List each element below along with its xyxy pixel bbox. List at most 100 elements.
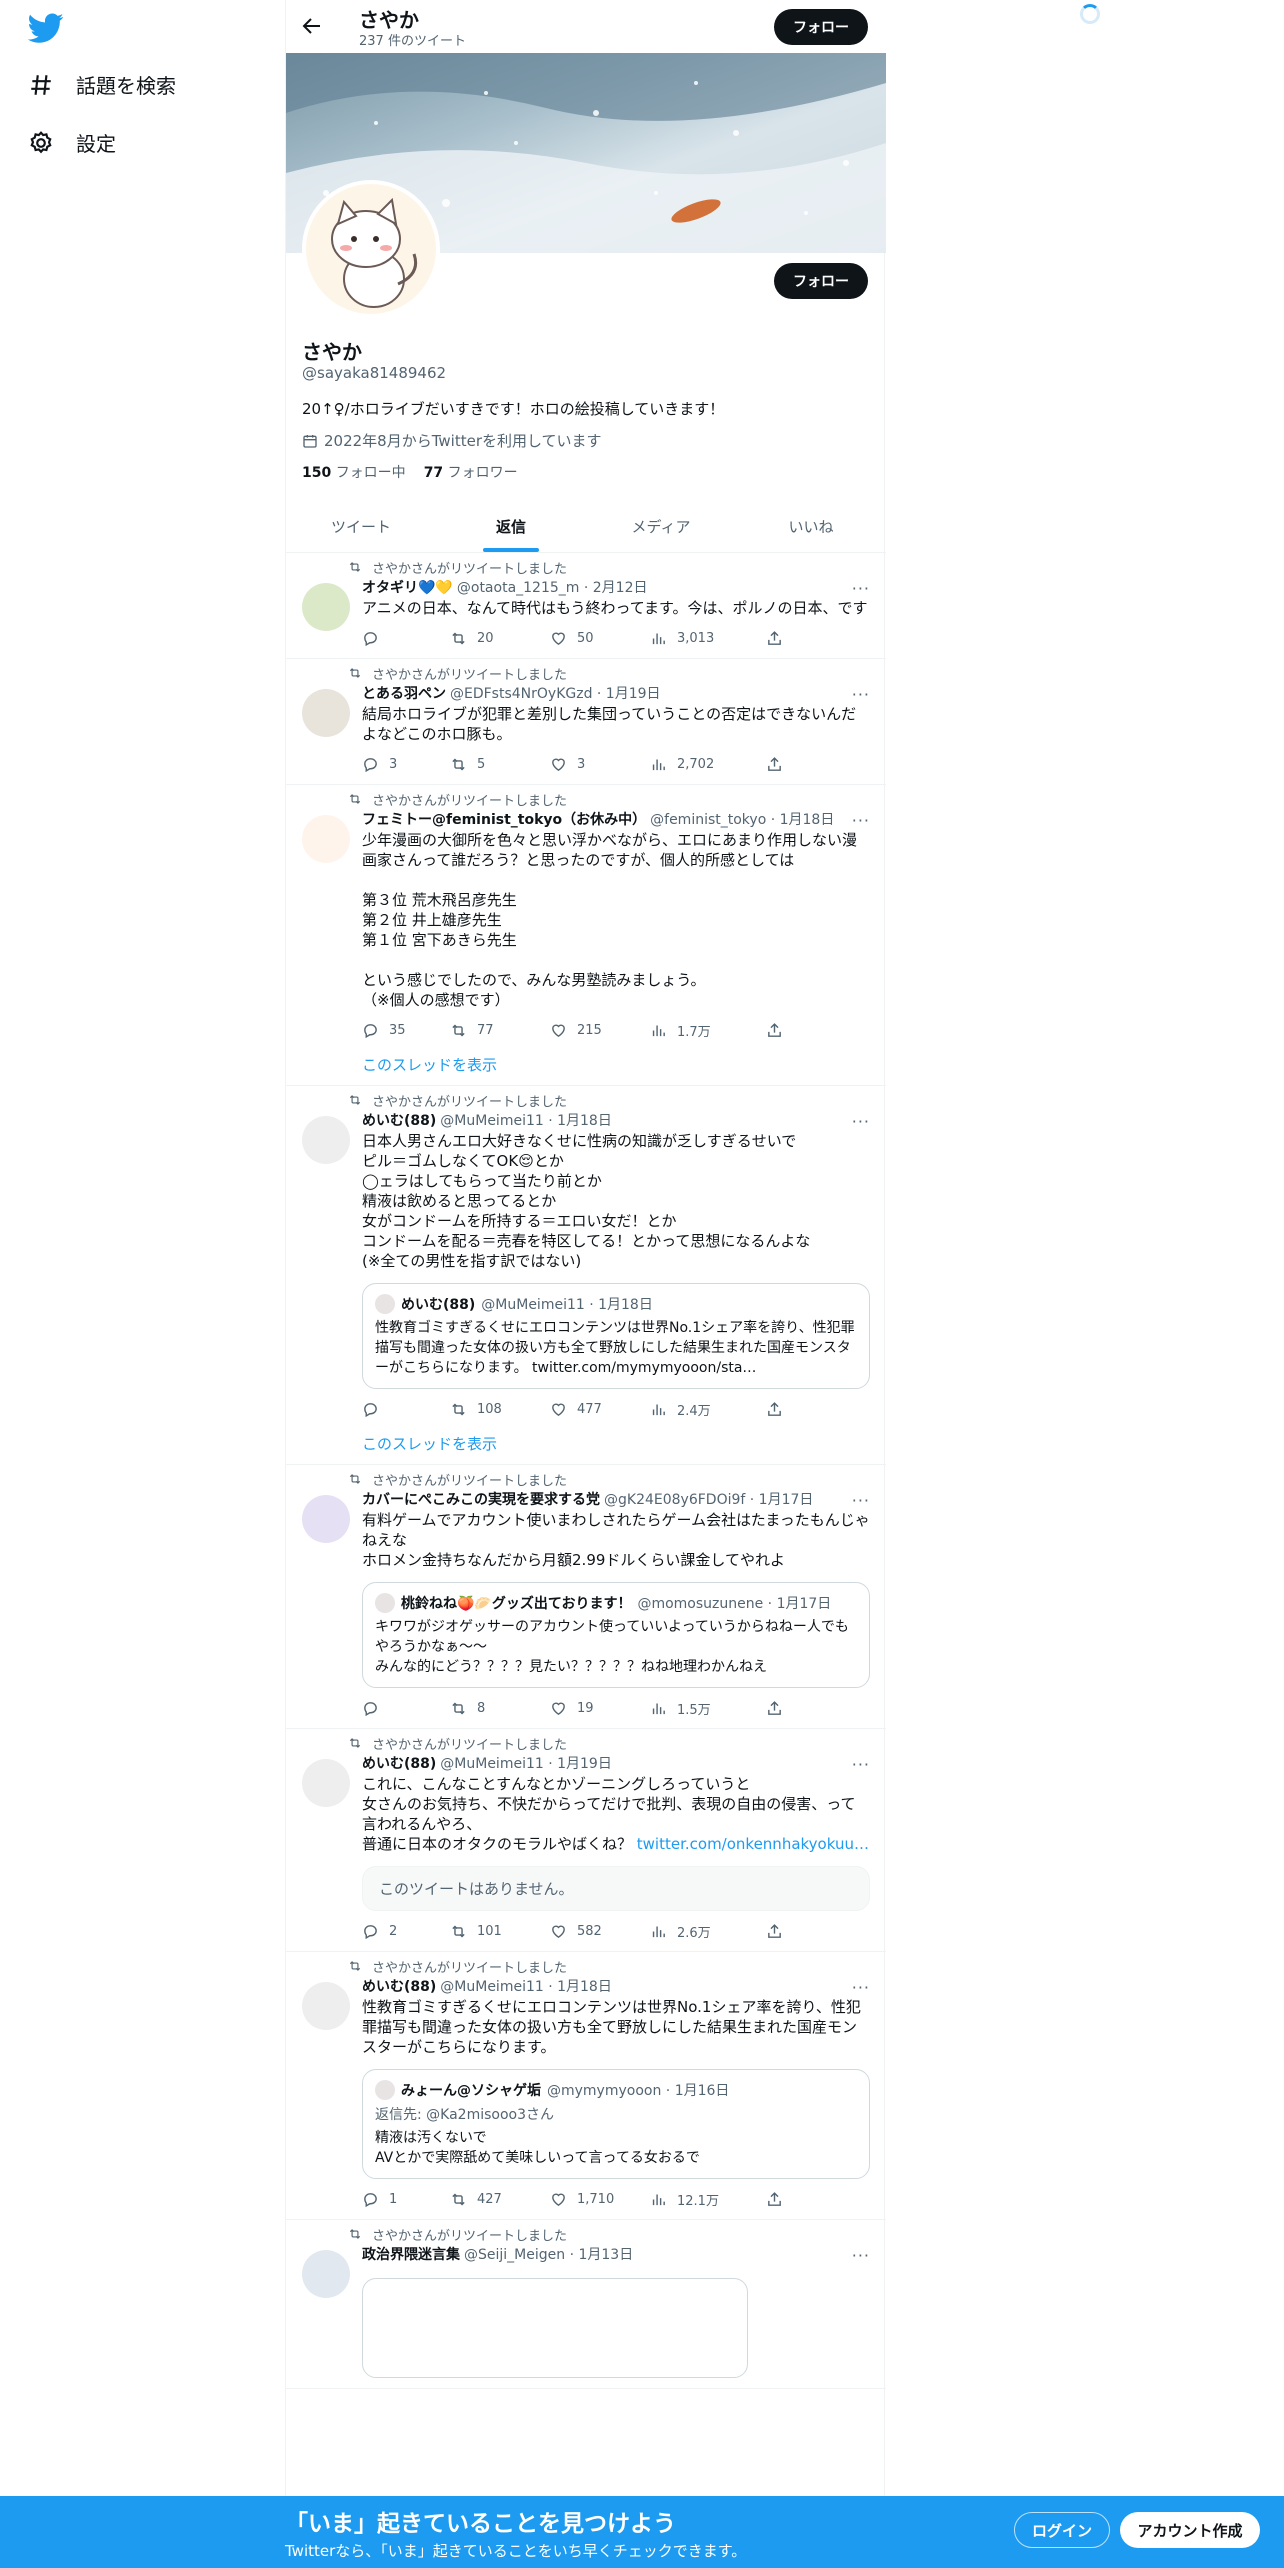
tweet-avatar[interactable] (302, 2250, 350, 2298)
more-options-icon[interactable]: ··· (852, 1491, 870, 1510)
retweet-button[interactable]: 108 (450, 1401, 550, 1418)
tweet-link[interactable]: twitter.com/onkennhakyokuu… (637, 1835, 869, 1853)
share-button[interactable] (766, 1700, 796, 1717)
tweet-avatar[interactable] (302, 583, 350, 631)
twitter-logo-icon[interactable] (28, 10, 64, 46)
views-button[interactable]: 2,702 (650, 756, 766, 773)
tweet[interactable]: さやかさんがリツイートしました 政治界隈迷言集 @Seiji_Meigen · 1月… (286, 2220, 886, 2389)
tab-media[interactable]: メディア (586, 500, 736, 552)
reply-button[interactable]: 35 (362, 1022, 450, 1039)
profile-follow-button[interactable]: フォロー (774, 263, 868, 299)
retweet-button[interactable]: 101 (450, 1923, 550, 1940)
reply-button[interactable] (362, 1401, 450, 1418)
quote-text: 性教育ゴミすぎるくせにエロコンテンツは世界No.1シェア率を誇り、性犯罪描写も間… (375, 1320, 855, 1376)
tweet-meta[interactable]: @gK24E08y6FDOi9f · 1月17日 (604, 1489, 813, 1509)
login-button[interactable]: ログイン (1014, 2512, 1110, 2548)
retweet-button[interactable]: 5 (450, 756, 550, 773)
tweet-author-name[interactable]: カバーにぺこみこの実現を要求する党 (362, 1489, 600, 1509)
like-button[interactable]: 1,710 (550, 2191, 650, 2208)
header-follow-button[interactable]: フォロー (774, 9, 868, 45)
tweet-avatar[interactable] (302, 1759, 350, 1807)
more-options-icon[interactable]: ··· (852, 579, 870, 598)
quoted-tweet[interactable]: 桃鈴ねね🍑🥟グッズ出ております！ @momosuzunene · 1月17日 キワワ… (362, 1582, 870, 1688)
tweet-avatar[interactable] (302, 1982, 350, 2030)
signup-button[interactable]: アカウント作成 (1120, 2512, 1260, 2548)
reply-button[interactable]: 1 (362, 2191, 450, 2208)
views-button[interactable]: 1.5万 (650, 1699, 766, 1718)
reply-button[interactable] (362, 1700, 450, 1717)
retweet-button[interactable]: 20 (450, 630, 550, 647)
tweet-author-name[interactable]: 政治界隈迷言集 (362, 2244, 460, 2264)
tab-replies[interactable]: 返信 (436, 500, 586, 552)
reply-button[interactable]: 3 (362, 756, 450, 773)
like-button[interactable]: 3 (550, 756, 650, 773)
share-button[interactable] (766, 1923, 796, 1940)
tab-likes[interactable]: いいね (736, 500, 886, 552)
sidebar-item-settings[interactable]: 設定 (28, 128, 116, 157)
profile-avatar[interactable] (302, 180, 440, 318)
like-button[interactable]: 477 (550, 1401, 650, 1418)
tweet-media[interactable] (362, 2278, 748, 2378)
share-button[interactable] (766, 1401, 796, 1418)
followers-link[interactable]: 77 フォロワー (424, 462, 518, 482)
sidebar-item-explore[interactable]: 話題を検索 (28, 70, 176, 99)
share-button[interactable] (766, 2191, 796, 2208)
retweet-button[interactable]: 8 (450, 1700, 550, 1717)
tweet-meta[interactable]: @MuMeimei11 · 1月18日 (440, 1110, 612, 1130)
tweet-meta[interactable]: @otaota_1215_m · 2月12日 (457, 577, 648, 597)
show-thread-link[interactable]: このスレッドを表示 (362, 1054, 870, 1075)
share-button[interactable] (766, 756, 796, 773)
tweet-author-name[interactable]: フェミトー@feminist_tokyo（お休み中） (362, 809, 646, 829)
tab-tweets[interactable]: ツイート (286, 500, 436, 552)
share-button[interactable] (766, 1022, 796, 1039)
like-button[interactable]: 50 (550, 630, 650, 647)
more-options-icon[interactable]: ··· (852, 1112, 870, 1131)
tweet-meta[interactable]: @MuMeimei11 · 1月19日 (440, 1753, 612, 1773)
tweet[interactable]: さやかさんがリツイートしました カバーにぺこみこの実現を要求する党 @gK24E08… (286, 1465, 886, 1729)
tweet-author-name[interactable]: めいむ(88) (362, 1110, 436, 1130)
tweet[interactable]: さやかさんがリツイートしました めいむ(88) @MuMeimei11 · 1月19… (286, 1729, 886, 1952)
views-button[interactable]: 3,013 (650, 630, 766, 647)
following-link[interactable]: 150 フォロー中 (302, 462, 406, 482)
tweet-meta[interactable]: @Seiji_Meigen · 1月13日 (464, 2244, 633, 2264)
tweet-author-name[interactable]: とある羽ペン (362, 683, 446, 703)
tweet[interactable]: さやかさんがリツイートしました めいむ(88) @MuMeimei11 · 1月18… (286, 1952, 886, 2220)
views-button[interactable]: 2.4万 (650, 1400, 766, 1419)
views-button[interactable]: 2.6万 (650, 1922, 766, 1941)
views-button[interactable]: 1.7万 (650, 1021, 766, 1040)
tweet[interactable]: さやかさんがリツイートしました フェミトー@feminist_tokyo（お休み中… (286, 785, 886, 1086)
quoted-tweet[interactable]: めいむ(88) @MuMeimei11 · 1月18日 性教育ゴミすぎるくせにエロコ… (362, 1283, 870, 1389)
tweet[interactable]: さやかさんがリツイートしました とある羽ペン @EDFsts4NrOyKGzd · … (286, 659, 886, 785)
tweet-author-name[interactable]: めいむ(88) (362, 1753, 436, 1773)
show-thread-link[interactable]: このスレッドを表示 (362, 1433, 870, 1454)
retweet-button[interactable]: 427 (450, 2191, 550, 2208)
more-options-icon[interactable]: ··· (852, 1978, 870, 1997)
tweet-avatar[interactable] (302, 689, 350, 737)
more-options-icon[interactable]: ··· (852, 811, 870, 830)
more-options-icon[interactable]: ··· (852, 1755, 870, 1774)
tweet-avatar[interactable] (302, 815, 350, 863)
like-button[interactable]: 582 (550, 1923, 650, 1940)
tweet-author-name[interactable]: オタギリ💙💛 (362, 577, 453, 597)
tweet-author-name[interactable]: めいむ(88) (362, 1976, 436, 1996)
reply-button[interactable] (362, 630, 450, 647)
tweet-actions: 108 477 2.4万 (362, 1399, 870, 1419)
like-button[interactable]: 215 (550, 1022, 650, 1039)
tweet-avatar[interactable] (302, 1495, 350, 1543)
tweet[interactable]: さやかさんがリツイートしました めいむ(88) @MuMeimei11 · 1月18… (286, 1086, 886, 1465)
tweet-meta[interactable]: @MuMeimei11 · 1月18日 (440, 1976, 612, 1996)
tweet[interactable]: さやかさんがリツイートしました オタギリ💙💛 @otaota_1215_m · 2月… (286, 553, 886, 659)
more-options-icon[interactable]: ··· (852, 685, 870, 704)
like-button[interactable]: 19 (550, 1700, 650, 1717)
back-arrow-icon[interactable] (300, 14, 324, 38)
quote-avatar (375, 2080, 395, 2100)
more-options-icon[interactable]: ··· (852, 2246, 870, 2265)
views-button[interactable]: 12.1万 (650, 2190, 766, 2209)
retweet-button[interactable]: 77 (450, 1022, 550, 1039)
tweet-meta[interactable]: @feminist_tokyo · 1月18日 (650, 809, 834, 829)
share-button[interactable] (766, 630, 796, 647)
tweet-avatar[interactable] (302, 1116, 350, 1164)
quoted-tweet[interactable]: みょーん@ソシャゲ垢 @mymymyooon · 1月16日 返信先: @Ka2mi… (362, 2069, 870, 2179)
tweet-meta[interactable]: @EDFsts4NrOyKGzd · 1月19日 (450, 683, 661, 703)
reply-button[interactable]: 2 (362, 1923, 450, 1940)
